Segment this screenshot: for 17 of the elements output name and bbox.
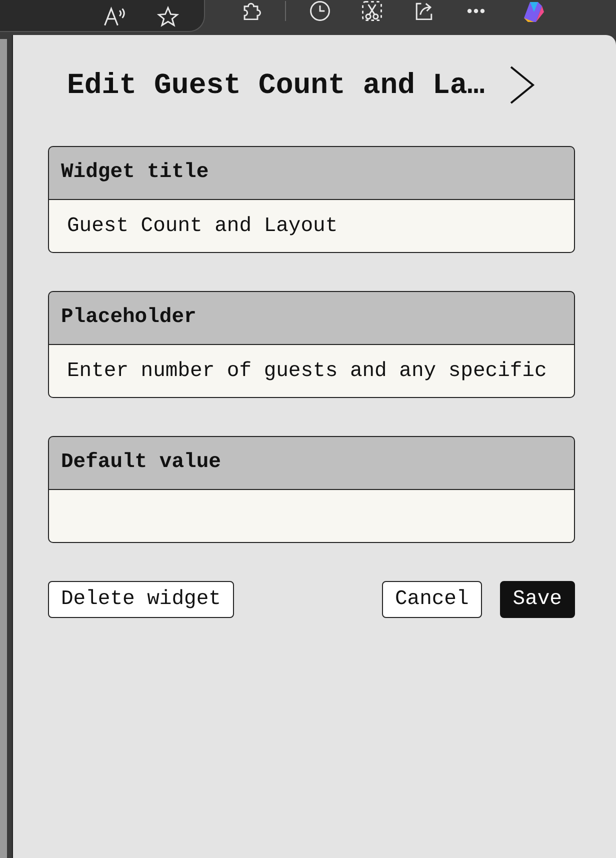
delete-button[interactable]: Delete widget (48, 581, 234, 618)
field-label: Default value (48, 436, 575, 490)
field-label: Widget title (48, 146, 575, 200)
panel-title: Edit Guest Count and La… (67, 68, 485, 102)
cancel-button[interactable]: Cancel (382, 581, 482, 618)
text-field[interactable]: Enter number of guests and any specific (48, 345, 575, 398)
field-label: Placeholder (48, 291, 575, 345)
text-field[interactable] (48, 490, 575, 543)
address-bar[interactable] (0, 0, 205, 32)
scissors-icon[interactable] (360, 0, 384, 22)
read-aloud-icon[interactable] (102, 4, 126, 28)
star-icon[interactable] (156, 4, 180, 28)
text-field[interactable]: Guest Count and Layout (48, 200, 575, 253)
scroll-bar[interactable] (0, 39, 7, 858)
chevron-right-icon[interactable] (508, 65, 535, 105)
history-icon[interactable] (308, 0, 332, 22)
save-button[interactable]: Save (500, 581, 575, 618)
